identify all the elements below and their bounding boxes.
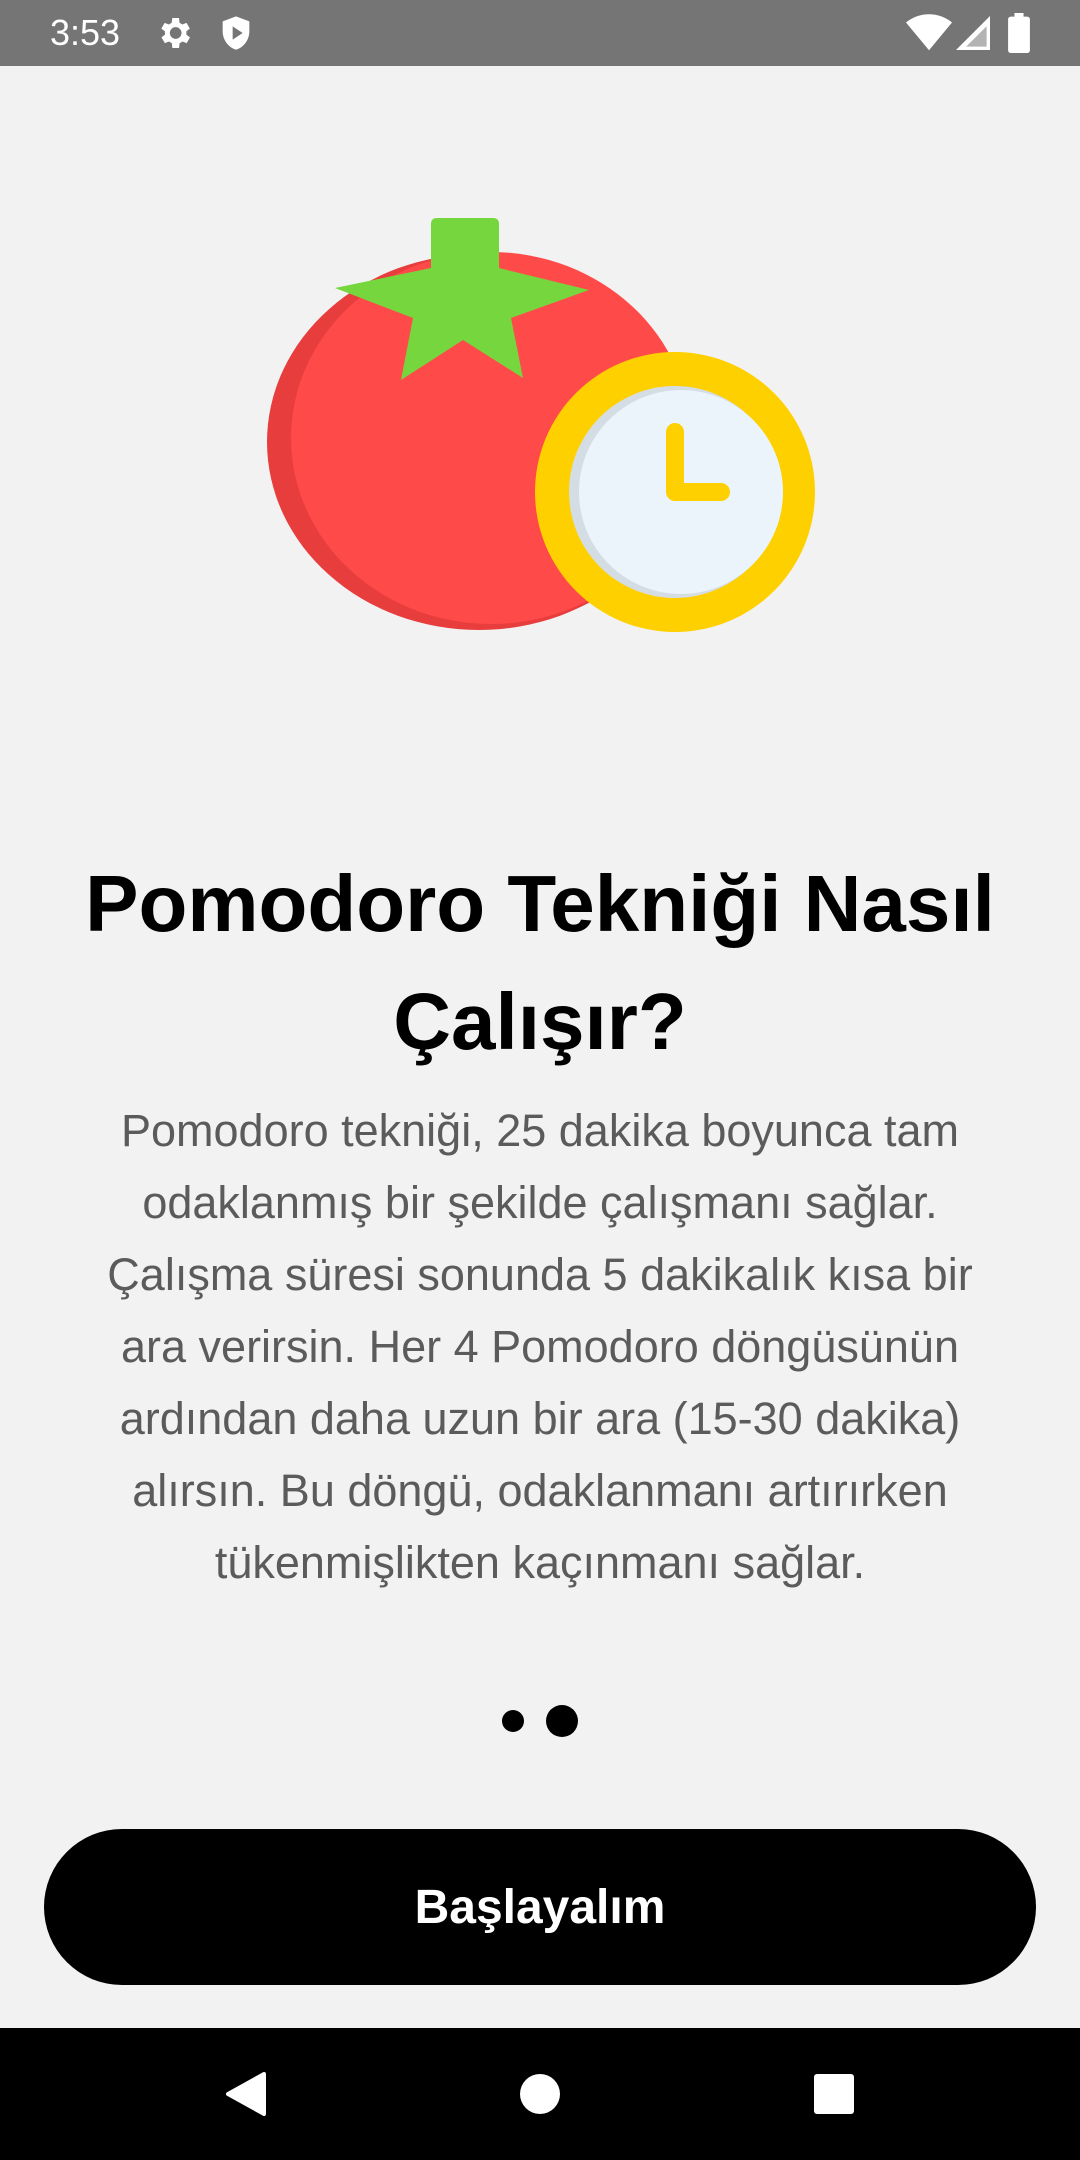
cellular-icon: [956, 16, 990, 50]
description-line: ardından daha uzun bir ara (15-30 dakika…: [119, 1393, 961, 1444]
navigation-bar: [0, 2028, 1080, 2160]
page-dot-2[interactable]: [546, 1705, 578, 1737]
shield-icon: [222, 16, 250, 50]
gear-icon: [161, 18, 190, 48]
clock-icon: [535, 352, 815, 632]
description-line: Pomodoro tekniği, 25 dakika boyunca tam: [121, 1105, 959, 1156]
battery-icon: [1008, 13, 1030, 53]
recents-button[interactable]: [794, 2054, 874, 2134]
home-button[interactable]: [500, 2054, 580, 2134]
description-line: Çalışma süresi sonunda 5 dakikalık kısa …: [107, 1249, 973, 1300]
back-button[interactable]: [206, 2054, 286, 2134]
page-title: Pomodoro Tekniği Nasıl Çalışır?: [85, 859, 995, 1066]
recents-icon: [814, 2074, 854, 2114]
description-line: odaklanmış bir şekilde çalışmanı sağlar.: [142, 1177, 938, 1228]
status-bar: 3:53: [0, 0, 1080, 66]
description-line: alırsın. Bu döngü, odaklanmanı artırırke…: [132, 1465, 948, 1516]
tomato-clock-illustration: [267, 218, 815, 632]
description-line: tükenmişlikten kaçınmanı sağlar.: [214, 1537, 866, 1588]
back-icon: [226, 2072, 266, 2116]
page-indicator: [0, 1703, 1080, 1737]
start-button[interactable]: Başlayalım: [44, 1829, 1036, 1985]
status-time: 3:53: [50, 12, 121, 53]
wifi-icon: [906, 14, 952, 51]
description: Pomodoro tekniği, 25 dakika boyunca tam …: [40, 1095, 1040, 1599]
home-icon: [520, 2074, 560, 2114]
description-line: ara verirsin. Her 4 Pomodoro döngüsünün: [121, 1321, 959, 1372]
page-dot-1[interactable]: [502, 1710, 524, 1732]
